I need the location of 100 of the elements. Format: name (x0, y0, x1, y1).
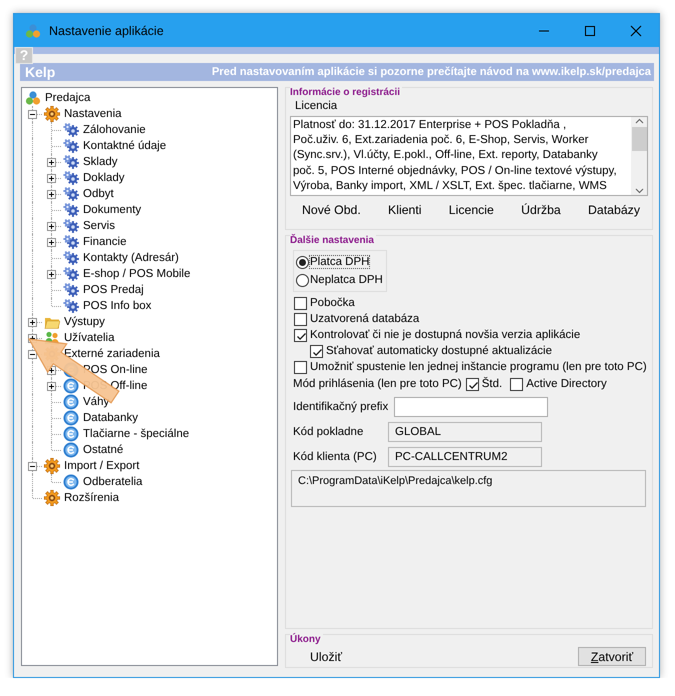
checkbox[interactable] (466, 378, 479, 390)
checkbox-label[interactable]: Sťahovať automaticky dostupné aktualizácie (326, 345, 552, 357)
scroll-up-icon[interactable] (634, 117, 644, 126)
gears-icon (63, 282, 79, 298)
login-mode-label: Mód prihlásenia (len pre toto PC) (293, 378, 462, 390)
expand-toggle[interactable] (28, 318, 37, 327)
gear-icon (44, 106, 60, 122)
checkbox-label[interactable]: Štd. (482, 378, 502, 390)
maximize-icon[interactable] (583, 24, 597, 36)
disc-icon (63, 410, 79, 426)
gear-icon (44, 458, 60, 474)
close-dialog-button[interactable]: Zatvoriť (578, 647, 646, 666)
app-icon (25, 22, 41, 38)
expand-toggle[interactable] (47, 222, 56, 231)
input-field[interactable]: PC-CALLCENTRUM2 (388, 447, 542, 467)
expand-toggle[interactable] (47, 158, 56, 167)
radio-label[interactable]: Platca DPH (310, 256, 370, 268)
checkbox-label[interactable]: Kontrolovať či nie je dostupná novšia verzia aplikácie (310, 329, 580, 341)
field-label: Identifikačný prefix (293, 401, 388, 413)
expand-toggle[interactable] (47, 190, 56, 199)
radio-button[interactable] (296, 256, 309, 268)
gears-icon (63, 250, 79, 266)
checkbox[interactable] (310, 344, 323, 358)
license-label: Licencia (295, 100, 338, 112)
field-label: Kód pokladne (293, 426, 364, 438)
gears-icon (63, 186, 79, 202)
gears-icon (63, 170, 79, 186)
disc-icon (63, 426, 79, 442)
disc-icon (63, 394, 79, 410)
toolbar-button[interactable]: Licencie (448, 201, 494, 219)
tree-item[interactable]: Import / Export (63, 460, 140, 472)
tree-item[interactable]: Externé zariadenia (63, 348, 161, 360)
tree-item[interactable]: Výstupy (63, 316, 106, 328)
save-button[interactable]: Uložiť (310, 650, 342, 664)
collapse-toggle[interactable] (28, 110, 37, 119)
tree-item[interactable]: E-shop / POS Mobile (82, 268, 192, 280)
tree-item[interactable]: Váhy (82, 396, 110, 408)
gears-icon (63, 202, 79, 218)
expand-toggle[interactable] (47, 382, 56, 391)
scrollbar[interactable] (631, 117, 647, 195)
scroll-down-icon[interactable] (634, 186, 644, 195)
input-field[interactable] (394, 397, 548, 417)
gears-icon (63, 154, 79, 170)
group-title: Informácie o registrácii (290, 87, 402, 98)
gears-icon (63, 218, 79, 234)
collapse-toggle[interactable] (28, 462, 37, 471)
tree-item[interactable]: Rozšírenia (63, 492, 120, 504)
expand-toggle[interactable] (47, 174, 56, 183)
tree-item[interactable]: POS Info box (82, 300, 152, 312)
expand-toggle[interactable] (47, 238, 56, 247)
toolbar-button[interactable]: Databázy (588, 201, 640, 219)
tree-item[interactable]: Užívatelia (63, 332, 116, 344)
window-title: Nastavenie aplikácie (49, 24, 165, 38)
gears-icon (63, 138, 79, 154)
tree-item[interactable]: Doklady (82, 172, 126, 184)
tree-item[interactable]: Kontaktné údaje (82, 140, 168, 152)
tree-item[interactable]: Financie (82, 236, 128, 248)
tree-item[interactable]: Ostatné (82, 444, 124, 456)
close-icon[interactable] (629, 24, 643, 36)
checkbox[interactable] (510, 378, 524, 390)
toolbar-button[interactable]: Údržba (521, 201, 561, 219)
tree-item[interactable]: Servis (82, 220, 116, 232)
checkbox-label[interactable]: Pobočka (310, 297, 355, 309)
gears-icon (63, 234, 79, 250)
circles-icon (25, 90, 41, 106)
expand-toggle[interactable] (47, 270, 56, 279)
toolbar-button[interactable]: Nové Obd. (302, 201, 361, 219)
tree-item[interactable]: Odberatelia (82, 476, 144, 488)
toolbar-button[interactable]: Klienti (388, 201, 422, 219)
checkbox[interactable] (294, 296, 307, 310)
tree-item[interactable]: Zálohovanie (82, 124, 147, 136)
notice-text: Pred nastavovaním aplikácie si pozorne prečítajte návod na www.ikelp.sk/predajca (212, 66, 651, 78)
gear-icon (44, 490, 60, 506)
group-title: Ďalšie nastavenia (290, 235, 376, 246)
checkbox-label[interactable]: Active Directory (526, 378, 607, 390)
tree-item[interactable]: Dokumenty (82, 204, 142, 216)
config-path-box: C:\ProgramData\iKelp\Predajca\kelp.cfg (291, 470, 646, 507)
tree-item[interactable]: POS Predaj (82, 284, 145, 296)
collapse-toggle[interactable] (28, 350, 37, 359)
gears-icon (63, 266, 79, 282)
tree-item[interactable]: Predajca (44, 92, 92, 104)
checkbox-label[interactable]: Uzatvorená databáza (310, 313, 420, 325)
app-name: Kelp (25, 64, 56, 80)
checkbox[interactable] (294, 360, 307, 374)
license-textbox[interactable]: Platnosť do: 31.12.2017 Enterprise + POS Pokladňa , Poč.uživ. 6, Ext.zariadenia poč. 6, E-Shop, Servis, Worker (Sync.srv.), Vl.účty, E.pokl., Off-line, Ext. reporty, Databanky poč. 5, POS Interné objednávky, POS / On-line textové výstupy, Výroba, Banky import, XML / XSLT, Ext. špec. tlačiarne, WMS (290, 116, 648, 196)
group-title: Úkony (290, 634, 323, 645)
tree-item[interactable]: Tlačiarne - špeciálne (82, 428, 190, 440)
gears-icon (63, 122, 79, 138)
tree-item[interactable]: Databanky (82, 412, 139, 424)
radio-button[interactable] (296, 274, 309, 286)
tree-item[interactable]: Nastavenia (63, 108, 123, 120)
input-field[interactable]: GLOBAL (388, 422, 542, 442)
tree-item[interactable]: Sklady (82, 156, 119, 168)
checkbox[interactable] (294, 328, 307, 342)
checkbox[interactable] (294, 312, 307, 326)
tree-item[interactable]: Kontakty (Adresár) (82, 252, 180, 264)
checkbox-label[interactable]: Umožniť spustenie len jednej inštancie programu (len pre toto PC) (310, 361, 647, 373)
radio-label[interactable]: Neplatca DPH (310, 274, 383, 286)
tree-item[interactable]: Odbyt (82, 188, 115, 200)
field-label: Kód klienta (PC) (293, 451, 378, 463)
